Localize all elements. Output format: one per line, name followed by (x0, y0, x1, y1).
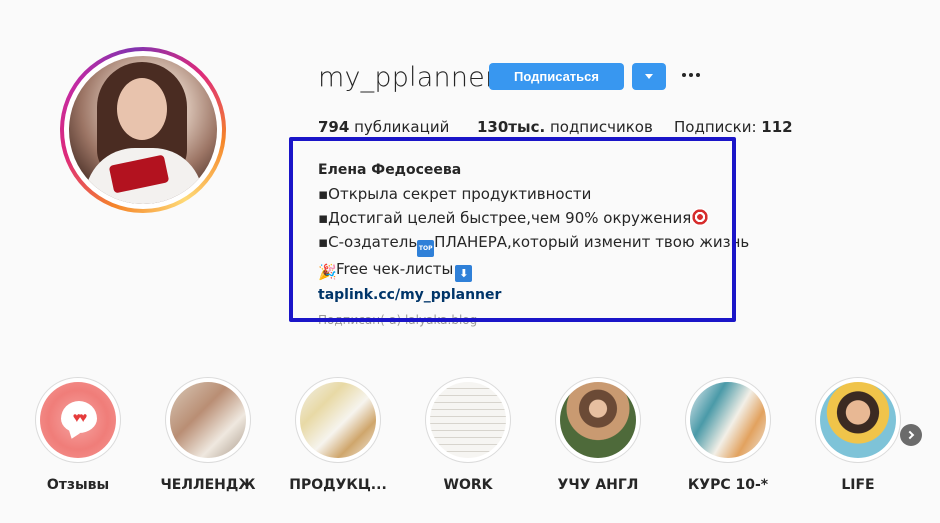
story-label: УЧУ АНГЛ (557, 477, 639, 493)
story-label: LIFE (841, 477, 875, 493)
story-label: КУРС 10-* (687, 477, 769, 493)
story-cover (170, 382, 246, 458)
profile-bio: Елена Федосеева ▪Открыла секрет продукти… (318, 158, 749, 307)
profile-full-name: Елена Федосеева (318, 162, 462, 178)
followed-by-text[interactable]: Подписан(-а) lalyaka.blog (318, 313, 477, 327)
top-emoji-icon: TOP (417, 240, 435, 257)
following-count[interactable]: Подписки: 112 (674, 118, 793, 136)
hearts-icon: ♥♥ (61, 401, 97, 433)
story-highlight[interactable]: LIFE (808, 377, 908, 493)
party-popper-icon: 🎉 (318, 263, 337, 281)
story-cover (430, 382, 506, 458)
bio-line: ▪Открыла секрет продуктивности (318, 185, 592, 203)
story-cover (300, 382, 376, 458)
profile-page: my_pplanner Подписаться 794 публикаций 1… (0, 0, 940, 523)
story-highlight[interactable]: КУРС 10-* (678, 377, 778, 493)
story-highlight[interactable]: WORK (418, 377, 518, 493)
bio-line: 🎉Free чек-листы ⬇ (318, 257, 749, 282)
avatar-photo (69, 56, 217, 204)
story-cover (560, 382, 636, 458)
story-highlight[interactable]: ЧЕЛЛЕНДЖ (158, 377, 258, 493)
story-label: WORK (443, 477, 493, 493)
target-emoji-icon (691, 208, 710, 226)
bio-website-link[interactable]: taplink.cc/my_pplanner (318, 287, 501, 303)
bio-line: ▪С-оздатель TOP ПЛАНЕРА,который изменит тв… (318, 230, 749, 257)
profile-username: my_pplanner (318, 62, 497, 93)
suggestions-dropdown-button[interactable] (632, 63, 666, 90)
posts-count: 794 публикаций (318, 118, 450, 136)
story-label: ПРОДУКЦ... (289, 477, 387, 493)
more-options-button[interactable] (680, 64, 702, 86)
chevron-down-icon (645, 74, 653, 79)
stories-next-button[interactable] (900, 424, 922, 446)
story-highlights: ♥♥ Отзывы ЧЕЛЛЕНДЖ ПРОДУКЦ... WORK УЧУ А… (0, 377, 940, 497)
follow-button[interactable]: Подписаться (489, 63, 624, 90)
chevron-right-icon (905, 430, 915, 440)
story-highlight[interactable]: ПРОДУКЦ... (288, 377, 388, 493)
story-label: Отзывы (46, 477, 110, 493)
story-highlight[interactable]: ♥♥ Отзывы (28, 377, 128, 493)
bio-line: ▪Достигай целей быстрее,чем 90% окружени… (318, 206, 749, 230)
profile-avatar[interactable] (60, 47, 226, 213)
story-highlight[interactable]: УЧУ АНГЛ (548, 377, 648, 493)
down-arrow-emoji-icon: ⬇ (455, 265, 473, 282)
more-dots-icon (682, 73, 686, 77)
story-cover (820, 382, 896, 458)
story-label: ЧЕЛЛЕНДЖ (160, 477, 256, 493)
story-cover: ♥♥ (40, 382, 116, 458)
followers-count[interactable]: 130тыс. подписчиков (477, 118, 653, 136)
story-cover (690, 382, 766, 458)
